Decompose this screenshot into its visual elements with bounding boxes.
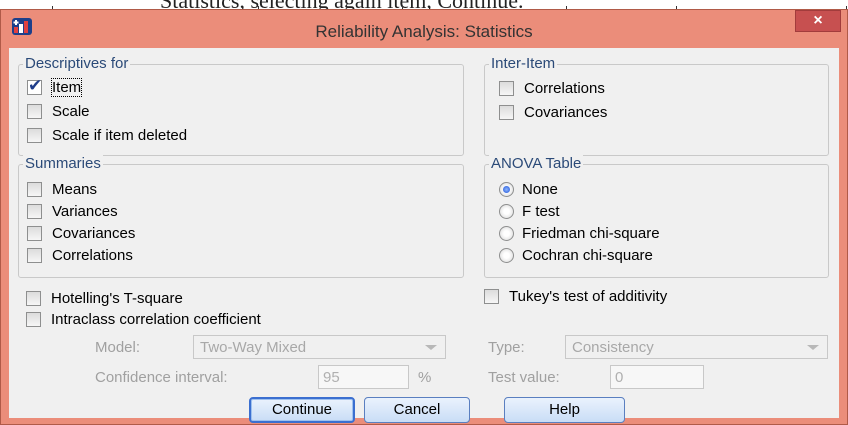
anova-legend: ANOVA Table [489, 155, 584, 172]
hotelling-row[interactable]: Hotelling's T-square [26, 288, 183, 308]
intraclass-checkbox[interactable] [26, 311, 41, 327]
scale-label: Scale [52, 102, 90, 120]
means-checkbox[interactable] [27, 181, 42, 197]
scale-if-item-deleted-label: Scale if item deleted [52, 126, 188, 144]
means-row[interactable]: Means [27, 179, 97, 199]
descriptives-legend: Descriptives for [23, 55, 131, 72]
model-label: Model: [95, 339, 141, 356]
confidence-interval-value: 95 [323, 369, 340, 386]
anova-f-test-radio[interactable] [499, 203, 514, 219]
tukey-checkbox[interactable] [484, 288, 499, 304]
anova-friedman-row[interactable]: Friedman chi-square [499, 223, 660, 243]
hotelling-checkbox[interactable] [26, 290, 41, 306]
cancel-button[interactable]: Cancel [364, 397, 470, 423]
chevron-down-icon [807, 345, 819, 350]
inter-item-covariances-checkbox[interactable] [499, 104, 514, 120]
variances-label: Variances [52, 202, 118, 220]
anova-friedman-label: Friedman chi-square [522, 224, 660, 242]
anova-f-test-row[interactable]: F test [499, 201, 560, 221]
anova-cochran-label: Cochran chi-square [522, 246, 653, 264]
item-label: Item [50, 77, 83, 97]
confidence-interval-input[interactable]: 95 [318, 365, 409, 389]
tukey-row[interactable]: Tukey's test of additivity [484, 286, 667, 306]
variances-checkbox[interactable] [27, 203, 42, 219]
anova-none-radio[interactable] [499, 181, 514, 197]
anova-cochran-radio[interactable] [499, 247, 514, 263]
item-checkbox[interactable]: ✔ [27, 75, 43, 95]
summaries-covariances-label: Covariances [52, 224, 136, 242]
inter-item-covariances-row[interactable]: Covariances [499, 102, 607, 122]
test-value-value: 0 [615, 369, 624, 386]
anova-f-test-label: F test [522, 202, 560, 220]
test-value-label: Test value: [488, 369, 560, 386]
inter-item-group: Inter-Item Correlations Covariances [484, 55, 829, 156]
reliability-statistics-dialog: Reliability Analysis: Statistics × Descr… [0, 9, 848, 425]
inter-item-legend: Inter-Item [489, 55, 558, 72]
tukey-label: Tukey's test of additivity [509, 287, 668, 305]
inter-item-correlations-row[interactable]: Correlations [499, 78, 605, 98]
confidence-interval-label: Confidence interval: [95, 369, 228, 386]
type-dropdown[interactable]: Consistency [565, 335, 828, 359]
summaries-group: Summaries Means Variances Covariances Co… [18, 155, 464, 278]
close-icon: × [813, 12, 823, 29]
scale-checkbox[interactable] [27, 103, 42, 119]
summaries-legend: Summaries [23, 155, 103, 172]
model-value: Two-Way Mixed [200, 339, 307, 356]
intraclass-label: Intraclass correlation coefficient [51, 310, 261, 328]
anova-friedman-radio[interactable] [499, 225, 514, 241]
anova-table-group: ANOVA Table None F test Friedman chi-squ… [484, 155, 829, 278]
model-dropdown[interactable]: Two-Way Mixed [193, 335, 446, 359]
inter-item-covariances-label: Covariances [524, 103, 608, 121]
intraclass-row[interactable]: Intraclass correlation coefficient [26, 309, 261, 329]
summaries-correlations-row[interactable]: Correlations [27, 245, 133, 265]
inter-item-correlations-label: Correlations [524, 79, 605, 97]
test-value-input[interactable]: 0 [610, 365, 704, 389]
title-bar[interactable]: Reliability Analysis: Statistics × [1, 10, 847, 48]
type-label: Type: [488, 339, 525, 356]
scale-if-item-deleted-checkbox[interactable] [27, 127, 42, 143]
anova-none-row[interactable]: None [499, 179, 558, 199]
hotelling-label: Hotelling's T-square [51, 289, 183, 307]
means-label: Means [52, 180, 98, 198]
close-button[interactable]: × [795, 10, 841, 32]
continue-button[interactable]: Continue [249, 397, 355, 423]
dialog-client-area: Descriptives for ✔ Item Scale Scale if i… [9, 48, 839, 423]
inter-item-correlations-checkbox[interactable] [499, 80, 514, 96]
anova-cochran-row[interactable]: Cochran chi-square [499, 245, 653, 265]
item-checkbox-row[interactable]: ✔ Item [27, 75, 83, 97]
descriptives-group: Descriptives for ✔ Item Scale Scale if i… [18, 55, 464, 156]
window-title: Reliability Analysis: Statistics [315, 22, 533, 41]
scale-checkbox-row[interactable]: Scale [27, 101, 90, 121]
summaries-correlations-label: Correlations [52, 246, 133, 264]
summaries-correlations-checkbox[interactable] [27, 247, 42, 263]
scale-if-item-deleted-row[interactable]: Scale if item deleted [27, 125, 187, 145]
type-value: Consistency [572, 339, 654, 356]
summaries-covariances-row[interactable]: Covariances [27, 223, 135, 243]
chevron-down-icon [425, 345, 437, 350]
summaries-covariances-checkbox[interactable] [27, 225, 42, 241]
anova-none-label: None [522, 180, 558, 198]
percent-unit-label: % [418, 369, 432, 386]
checkmark-icon: ✔ [28, 75, 43, 95]
help-button[interactable]: Help [504, 397, 625, 423]
variances-row[interactable]: Variances [27, 201, 118, 221]
